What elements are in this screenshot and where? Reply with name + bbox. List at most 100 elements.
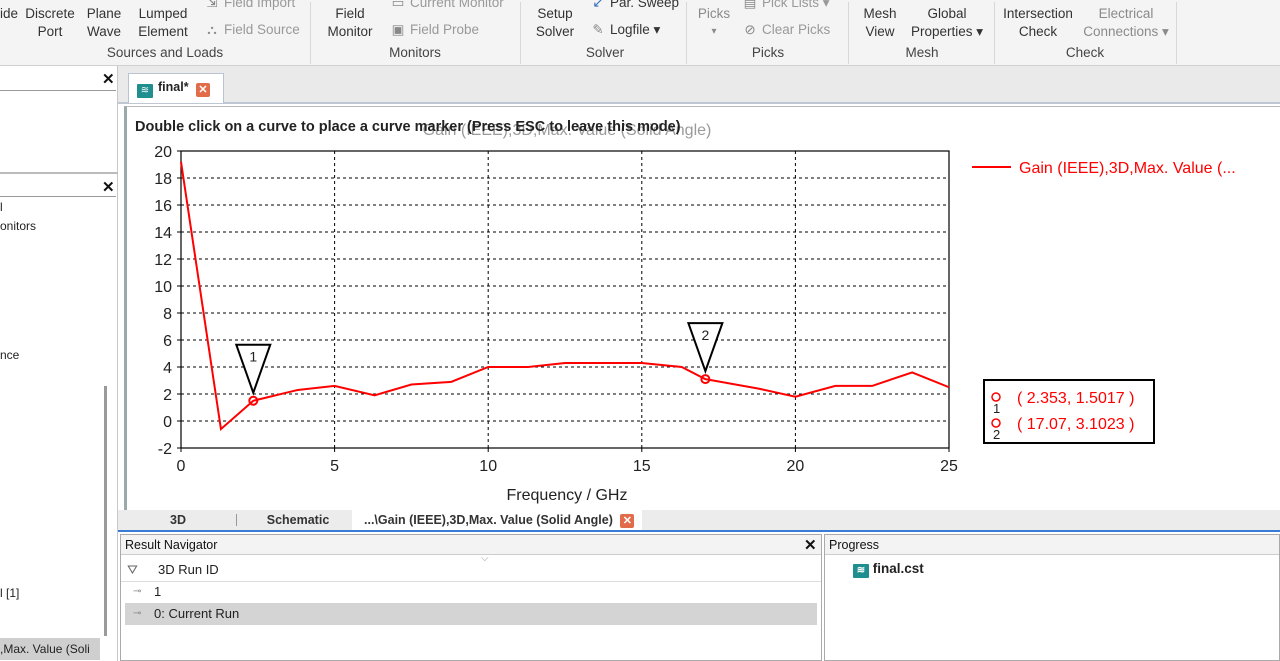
pin-icon: ⊸ xyxy=(133,608,142,619)
column-header[interactable]: ⛛ 3D Run ID xyxy=(125,559,817,581)
field-monitor-button[interactable]: Field Monitor xyxy=(322,5,378,41)
marker-id: 2 xyxy=(993,427,1000,442)
group-label-monitors: Monitors xyxy=(389,45,441,60)
field-probe-icon: ▣ xyxy=(391,22,405,37)
group-label-solver: Solver xyxy=(585,45,625,60)
row-label: 0: Current Run xyxy=(154,606,240,621)
field-source-button[interactable]: ⛬ Field Source xyxy=(204,21,300,39)
close-icon[interactable]: ✕ xyxy=(620,514,635,528)
y-tick-label: 6 xyxy=(163,333,172,350)
y-tick-label: 18 xyxy=(154,171,172,188)
y-tick-label: 10 xyxy=(154,279,172,296)
panel-title: Result Navigator xyxy=(121,535,821,555)
plot-frame xyxy=(180,150,950,449)
field-import-button[interactable]: ⇲ Field Import xyxy=(204,0,295,12)
clear-picks-button[interactable]: ⊘ Clear Picks xyxy=(742,21,830,39)
global-properties-button[interactable]: Global Properties ▾ xyxy=(906,5,988,41)
logfile-icon: ✎ xyxy=(592,22,604,37)
plane-wave-button[interactable]: Plane Wave xyxy=(84,5,124,41)
tree-item[interactable]: l xyxy=(0,200,3,214)
filter-icon[interactable]: ⛛ xyxy=(127,559,138,581)
project-icon: ≋ xyxy=(853,564,869,578)
tree-item-label: ,Max. Value (Soli xyxy=(0,642,90,656)
instruction-text: Double click on a curve to place a curve… xyxy=(135,119,681,135)
tab-3d[interactable]: 3D xyxy=(138,510,218,530)
ribbon-toolbar: ide Discrete Port Plane Wave Lumped Element… xyxy=(0,0,1280,66)
y-tick-label: 14 xyxy=(154,225,172,242)
current-monitor-button[interactable]: ▭ Current Monitor xyxy=(390,0,504,12)
progress-item[interactable]: ≋ final.cst xyxy=(853,561,924,578)
y-tick-label: 4 xyxy=(163,360,172,377)
group-label-check: Check xyxy=(1065,45,1105,60)
ribbon-button-hide[interactable]: ide xyxy=(0,5,20,23)
panel-divider xyxy=(0,172,118,174)
result-icon: ≋ xyxy=(137,84,153,98)
progress-panel: Progress ≋ final.cst xyxy=(824,534,1280,661)
ribbon-separator xyxy=(1176,2,1177,64)
y-tick-label: -2 xyxy=(158,441,172,458)
scrollbar[interactable] xyxy=(104,386,107,636)
group-label-picks: Picks xyxy=(751,45,785,60)
panel-title: Progress xyxy=(825,535,1279,555)
current-monitor-icon: ▭ xyxy=(391,0,405,10)
view-tab-strip: 3D Schematic ...\Gain (IEEE),3D,Max. Val… xyxy=(118,510,1280,532)
y-tick-label: 0 xyxy=(163,414,172,431)
logfile-button[interactable]: ✎ Logfile ▾ xyxy=(590,21,660,39)
progress-item-label: final.cst xyxy=(872,561,924,576)
panel-divider xyxy=(0,90,116,91)
y-tick-label: 12 xyxy=(154,252,172,269)
marker-flag-label: 1 xyxy=(249,349,257,365)
table-row[interactable]: ⊸ 1 xyxy=(125,581,817,603)
x-axis-label: Frequency / GHz xyxy=(507,487,628,504)
group-label-sources: Sources and Loads xyxy=(106,45,224,60)
y-tick-label: 16 xyxy=(154,198,172,215)
line-chart[interactable]: Gain (IEEE),3D,Max. Value (Solid Angle) … xyxy=(127,107,1277,509)
tab-final[interactable]: ≋ final* ✕ xyxy=(128,73,224,103)
tree-item[interactable]: onitors xyxy=(0,219,36,233)
lumped-element-button[interactable]: Lumped Element xyxy=(134,5,192,41)
y-tick-label: 20 xyxy=(154,144,172,161)
x-tick-label: 0 xyxy=(177,458,186,475)
result-navigator-panel: Result Navigator ✕ ⌵ ⛛ 3D Run ID ⊸ 1 ⊸ 0… xyxy=(120,534,822,661)
selected-tree-item[interactable]: ,Max. Value (Soli xyxy=(0,638,100,660)
left-panel: ✕ ✕ l onitors nce l [1] ,Max. Value (Sol… xyxy=(0,66,118,661)
close-icon[interactable]: ✕ xyxy=(102,178,115,196)
picks-button[interactable]: Picks ▾ xyxy=(694,5,734,41)
x-tick-label: 15 xyxy=(633,458,651,475)
close-icon[interactable]: ✕ xyxy=(102,70,115,88)
ribbon-separator xyxy=(686,2,687,64)
x-tick-label: 25 xyxy=(940,458,958,475)
pick-lists-button[interactable]: ▤ Pick Lists ▾ xyxy=(742,0,830,12)
marker-flag-label: 2 xyxy=(701,327,709,343)
x-tick-label: 5 xyxy=(330,458,339,475)
tree-item[interactable]: l [1] xyxy=(0,586,19,600)
tab-result[interactable]: ...\Gain (IEEE),3D,Max. Value (Solid Ang… xyxy=(352,510,642,530)
tree-item[interactable]: nce xyxy=(0,348,19,362)
y-tick-label: 2 xyxy=(163,387,172,404)
par-sweep-button[interactable]: ↙ Par. Sweep xyxy=(590,0,679,12)
pick-lists-icon: ▤ xyxy=(743,0,757,10)
close-icon[interactable]: ✕ xyxy=(196,83,210,97)
discrete-port-button[interactable]: Discrete Port xyxy=(24,5,76,41)
ribbon-separator xyxy=(310,2,311,64)
tab-separator xyxy=(236,514,237,526)
pin-icon: ⊸ xyxy=(133,586,142,597)
field-probe-button[interactable]: ▣ Field Probe xyxy=(390,21,479,39)
panel-divider xyxy=(0,196,116,197)
ribbon-separator xyxy=(994,2,995,64)
group-label-mesh: Mesh xyxy=(905,45,939,60)
clear-picks-icon: ⊘ xyxy=(744,22,756,37)
document-tab-strip xyxy=(118,66,1280,104)
tab-schematic[interactable]: Schematic xyxy=(248,510,348,530)
close-icon[interactable]: ✕ xyxy=(804,536,817,554)
setup-solver-button[interactable]: Setup Solver xyxy=(530,5,580,41)
mesh-view-button[interactable]: Mesh View xyxy=(856,5,904,41)
plot-view: Gain (IEEE),3D,Max. Value (Solid Angle) … xyxy=(124,106,1280,510)
electrical-connections-button[interactable]: Electrical Connections ▾ xyxy=(1080,5,1172,41)
intersection-check-button[interactable]: Intersection Check xyxy=(998,5,1078,41)
x-tick-label: 10 xyxy=(479,458,497,475)
ribbon-separator xyxy=(520,2,521,64)
legend-label: Gain (IEEE),3D,Max. Value (... xyxy=(1019,160,1236,177)
series-line[interactable] xyxy=(180,161,950,432)
table-row-selected[interactable]: ⊸ 0: Current Run xyxy=(125,603,817,625)
